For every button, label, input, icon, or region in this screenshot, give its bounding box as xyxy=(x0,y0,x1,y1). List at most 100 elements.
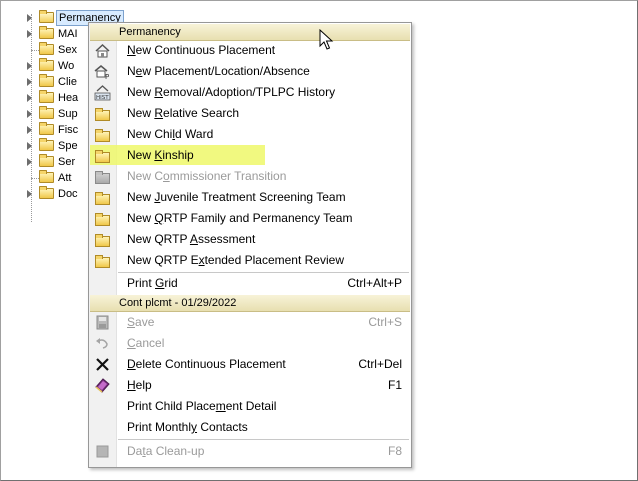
menu-item-label: Delete Continuous Placement xyxy=(127,357,286,371)
tree-item-label: Ser xyxy=(58,156,76,168)
tree-item[interactable]: Clie xyxy=(1,74,91,90)
tree-item-label: Sup xyxy=(58,108,78,120)
folder-icon xyxy=(94,105,111,122)
mouse-cursor-icon xyxy=(319,29,334,50)
svg-text:HIST: HIST xyxy=(96,95,109,101)
menu-item-label: New QRTP Assessment xyxy=(127,232,256,246)
menu-item-new-kinship[interactable]: New Kinship xyxy=(90,145,410,166)
tree-item-label: Att xyxy=(58,172,72,184)
menu-item-print-child-placement-detail[interactable]: Print Child Placement Detail xyxy=(90,396,410,417)
tree-connector xyxy=(31,178,39,179)
folder-icon xyxy=(39,58,54,71)
menu-header-label: Permanency xyxy=(119,26,181,38)
menu-item-print-grid[interactable]: Print Grid Ctrl+Alt+P xyxy=(90,273,410,294)
tree-item[interactable]: Sup xyxy=(1,106,91,122)
tree-item-label: Wo xyxy=(58,60,75,72)
menu-item-new-child-ward[interactable]: New Child Ward xyxy=(90,124,410,145)
tree-item-label: Clie xyxy=(58,76,77,88)
tree-item[interactable]: Att xyxy=(1,170,91,186)
gray-folder-icon xyxy=(94,168,111,185)
folder-icon xyxy=(39,74,54,87)
tree-item[interactable]: MAI xyxy=(1,26,91,42)
house-icon xyxy=(94,42,111,59)
folder-icon xyxy=(94,189,111,206)
expand-arrow-icon[interactable] xyxy=(27,142,32,150)
menu-item-label: New Relative Search xyxy=(127,106,240,120)
menu-item-label: New Juvenile Treatment Screening Team xyxy=(127,190,346,204)
folder-icon xyxy=(39,186,54,199)
menu-item-label: New QRTP Family and Permanency Team xyxy=(127,211,353,225)
tree-item[interactable]: Hea xyxy=(1,90,91,106)
menu-item-shortcut: Ctrl+S xyxy=(368,315,402,329)
expand-arrow-icon[interactable] xyxy=(27,14,32,22)
tree-item[interactable]: Doc xyxy=(1,186,91,202)
expand-arrow-icon[interactable] xyxy=(27,126,32,134)
tree-item-label: MAI xyxy=(58,28,78,40)
menu-item-new-placement-location-absence[interactable]: P New Placement/Location/Absence xyxy=(90,61,410,82)
delete-x-icon xyxy=(94,356,111,373)
open-folder-icon xyxy=(39,10,54,23)
folder-icon xyxy=(39,122,54,135)
folder-icon xyxy=(94,147,111,164)
menu-item-shortcut: Ctrl+Alt+P xyxy=(347,276,402,290)
menu-item-save[interactable]: Save Ctrl+S xyxy=(90,312,410,333)
folder-icon xyxy=(39,26,54,39)
menu-item-new-continuous-placement[interactable]: New Continuous Placement xyxy=(90,40,410,61)
placement-house-icon: P xyxy=(94,63,111,81)
expand-arrow-icon[interactable] xyxy=(27,78,32,86)
menu-item-cancel[interactable]: Cancel xyxy=(90,333,410,354)
context-menu: Permanency New Continuous Placement P Ne… xyxy=(88,22,412,468)
folder-icon xyxy=(39,170,54,183)
menu-item-delete-continuous-placement[interactable]: Delete Continuous Placement Ctrl+Del xyxy=(90,354,410,375)
folder-icon xyxy=(39,154,54,167)
tree-item[interactable]: Ser xyxy=(1,154,91,170)
folder-icon xyxy=(39,42,54,55)
menu-item-label: Cancel xyxy=(127,336,165,350)
menu-item-label: New Child Ward xyxy=(127,127,214,141)
folder-icon xyxy=(39,106,54,119)
gray-box-icon xyxy=(94,443,111,460)
tree-item[interactable]: Wo xyxy=(1,58,91,74)
folder-icon xyxy=(94,252,111,269)
window-frame: Permanency MAI Sex Wo Clie Hea Sup Fisc … xyxy=(0,0,638,481)
menu-item-new-qrtp-family-permanency-team[interactable]: New QRTP Family and Permanency Team xyxy=(90,208,410,229)
menu-item-new-qrtp-assessment[interactable]: New QRTP Assessment xyxy=(90,229,410,250)
menu-item-new-removal-adoption-history[interactable]: HIST New Removal/Adoption/TPLPC History xyxy=(90,82,410,103)
tree-item-label: Spe xyxy=(58,140,78,152)
expand-arrow-icon[interactable] xyxy=(27,110,32,118)
tree-item-label: Fisc xyxy=(58,124,79,136)
menu-item-label: New QRTP Extended Placement Review xyxy=(127,253,344,267)
menu-item-help[interactable]: Help F1 xyxy=(90,375,410,396)
expand-arrow-icon[interactable] xyxy=(27,94,32,102)
expand-arrow-icon[interactable] xyxy=(27,158,32,166)
menu-item-label: New Placement/Location/Absence xyxy=(127,64,310,78)
folder-icon xyxy=(94,231,111,248)
menu-item-label: New Continuous Placement xyxy=(127,43,276,57)
undo-icon xyxy=(94,335,111,352)
tree-connector xyxy=(31,50,39,51)
tree-item-label: Doc xyxy=(58,188,78,200)
menu-item-new-commissioner-transition[interactable]: New Commissioner Transition xyxy=(90,166,410,187)
menu-item-new-juvenile-treatment-screening-team[interactable]: New Juvenile Treatment Screening Team xyxy=(90,187,410,208)
menu-section-header: Cont plcmt - 01/29/2022 xyxy=(90,295,410,312)
expand-arrow-icon[interactable] xyxy=(27,30,32,38)
tree-item[interactable]: Fisc xyxy=(1,122,91,138)
tree-item[interactable]: Sex xyxy=(1,42,91,58)
expand-arrow-icon[interactable] xyxy=(27,62,32,70)
menu-header-label: Cont plcmt - 01/29/2022 xyxy=(119,297,237,309)
menu-item-label: Save xyxy=(127,315,155,329)
menu-item-data-clean-up[interactable]: Data Clean-up F8 xyxy=(90,441,410,462)
menu-item-shortcut: F8 xyxy=(387,444,402,458)
expand-arrow-icon[interactable] xyxy=(27,190,32,198)
tree-item[interactable]: Spe xyxy=(1,138,91,154)
help-book-icon xyxy=(94,377,111,394)
menu-item-label: New Removal/Adoption/TPLPC History xyxy=(127,85,336,99)
menu-item-new-qrtp-extended-placement-review[interactable]: New QRTP Extended Placement Review xyxy=(90,250,410,271)
menu-section-header: Permanency xyxy=(90,24,410,41)
menu-item-new-relative-search[interactable]: New Relative Search xyxy=(90,103,410,124)
svg-text:P: P xyxy=(105,73,109,80)
menu-item-label: Print Child Placement Detail xyxy=(127,399,277,413)
menu-item-label: Help xyxy=(127,378,152,392)
menu-item-print-monthly-contacts[interactable]: Print Monthly Contacts xyxy=(90,417,410,438)
tree-item-label: Sex xyxy=(58,44,77,56)
